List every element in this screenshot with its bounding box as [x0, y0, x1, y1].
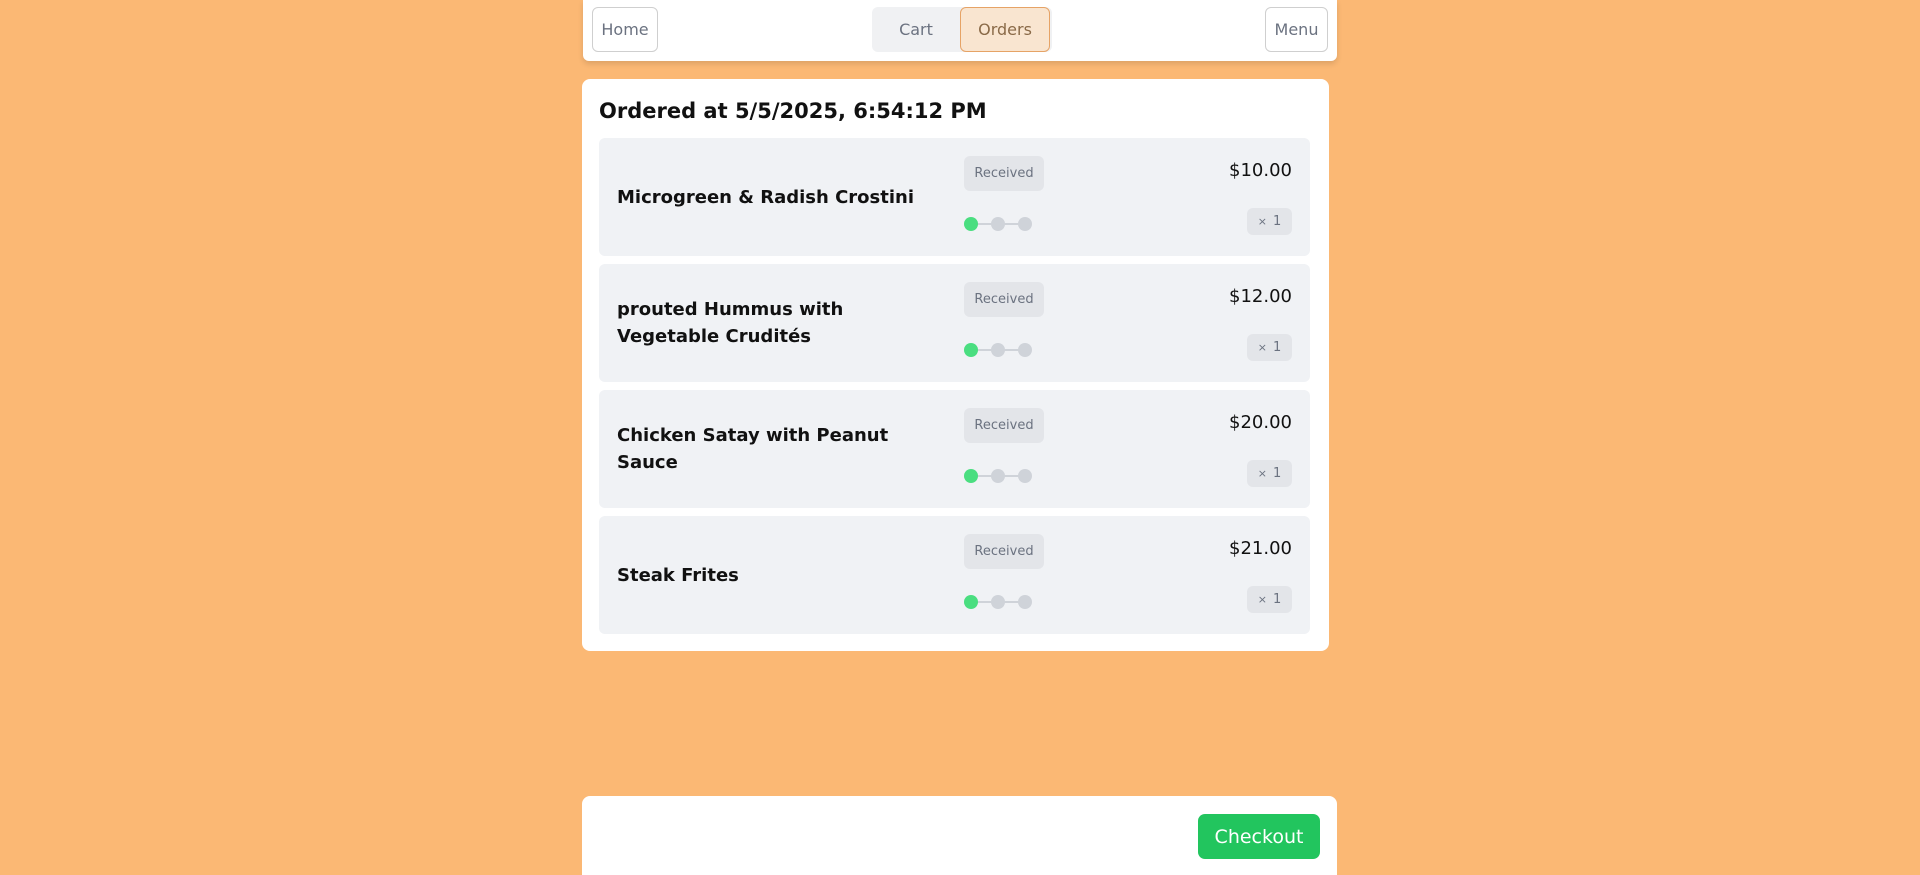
tab-cart[interactable]: Cart — [872, 7, 960, 52]
quantity-badge: × 1 — [1247, 586, 1292, 613]
quantity-value: 1 — [1272, 466, 1282, 481]
progress-step-1 — [964, 217, 978, 231]
status-badge: Received — [964, 156, 1044, 191]
item-name: prouted Hummus with Vegetable Crudités — [617, 299, 844, 347]
times-icon: × — [1257, 215, 1267, 228]
order-item: Microgreen & Radish Crostini Received $1… — [599, 138, 1310, 256]
checkout-bar: Checkout — [582, 796, 1337, 875]
progress-tracker — [964, 468, 1034, 484]
item-price: $20.00 — [1229, 412, 1292, 433]
progress-step-2 — [991, 469, 1005, 483]
progress-step-2 — [991, 595, 1005, 609]
progress-step-3 — [1018, 217, 1032, 231]
progress-step-1 — [964, 595, 978, 609]
cart-orders-toggle: Cart Orders — [872, 7, 1052, 52]
progress-tracker — [964, 342, 1034, 358]
order-card: Ordered at 5/5/2025, 6:54:12 PM Microgre… — [582, 79, 1329, 651]
quantity-badge: × 1 — [1247, 208, 1292, 235]
item-name: Steak Frites — [617, 564, 739, 586]
progress-step-1 — [964, 469, 978, 483]
order-item: Chicken Satay with Peanut Sauce Received… — [599, 390, 1310, 508]
quantity-value: 1 — [1272, 214, 1282, 229]
status-badge: Received — [964, 534, 1044, 569]
times-icon: × — [1257, 467, 1267, 480]
quantity-badge: × 1 — [1247, 460, 1292, 487]
tab-orders[interactable]: Orders — [960, 7, 1050, 52]
item-name: Chicken Satay with Peanut Sauce — [617, 425, 889, 473]
home-button[interactable]: Home — [592, 7, 658, 52]
progress-tracker — [964, 216, 1034, 232]
status-badge: Received — [964, 408, 1044, 443]
item-price: $21.00 — [1229, 538, 1292, 559]
progress-step-3 — [1018, 595, 1032, 609]
checkout-button[interactable]: Checkout — [1198, 814, 1320, 859]
item-price: $10.00 — [1229, 160, 1292, 181]
top-nav-bar: Home Cart Orders Menu — [583, 0, 1337, 61]
order-item: Steak Frites Received $21.00 × 1 — [599, 516, 1310, 634]
quantity-value: 1 — [1272, 592, 1282, 607]
times-icon: × — [1257, 593, 1267, 606]
progress-step-3 — [1018, 469, 1032, 483]
quantity-value: 1 — [1272, 340, 1282, 355]
menu-button[interactable]: Menu — [1265, 7, 1328, 52]
progress-step-2 — [991, 217, 1005, 231]
progress-step-2 — [991, 343, 1005, 357]
status-badge: Received — [964, 282, 1044, 317]
quantity-badge: × 1 — [1247, 334, 1292, 361]
order-title: Ordered at 5/5/2025, 6:54:12 PM — [599, 99, 987, 123]
item-price: $12.00 — [1229, 286, 1292, 307]
progress-step-1 — [964, 343, 978, 357]
item-name: Microgreen & Radish Crostini — [617, 186, 914, 208]
order-item: prouted Hummus with Vegetable Crudités R… — [599, 264, 1310, 382]
progress-tracker — [964, 594, 1034, 610]
times-icon: × — [1257, 341, 1267, 354]
progress-step-3 — [1018, 343, 1032, 357]
